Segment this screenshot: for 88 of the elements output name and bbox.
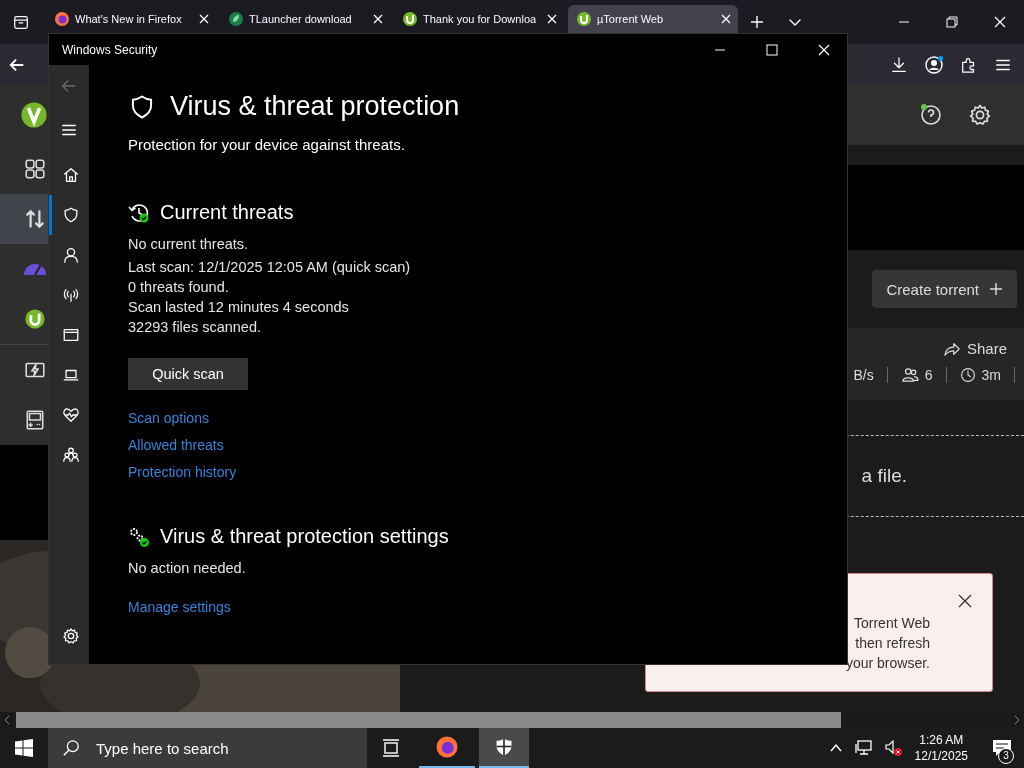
close-icon (994, 16, 1006, 28)
settings-icon (61, 627, 80, 645)
sidebar-item[interactable] (0, 194, 48, 245)
stat-value: 6 (924, 367, 933, 383)
browser-window-icon (61, 326, 80, 344)
network-icon (854, 740, 873, 756)
clock-icon (959, 367, 976, 383)
close-icon (818, 43, 830, 56)
quick-scan-button[interactable]: Quick scan (128, 358, 248, 390)
status-text: No current threats. (128, 235, 250, 254)
firefox-icon (54, 11, 70, 27)
close-icon (721, 14, 731, 24)
link[interactable]: Scan options (128, 410, 209, 426)
drop-zone-text: a file. (861, 465, 907, 487)
settings-icon (968, 103, 992, 127)
clock-date: 12/1/2025 (914, 748, 968, 764)
heart-icon (61, 406, 80, 424)
leaf-icon (228, 11, 244, 27)
tab-title: µTorrent Web (597, 13, 664, 25)
clock-time: 1:26 AM (919, 732, 964, 748)
up-down-arrows-icon (24, 208, 46, 231)
utorrent-icon (576, 11, 592, 27)
browser-tab[interactable]: What's New in Firefox (46, 5, 216, 33)
status-text: 32293 files scanned. (128, 318, 262, 337)
link[interactable]: Protection history (128, 464, 237, 480)
search-bar[interactable]: Type here to search (48, 728, 367, 768)
tab-title: What's New in Firefox (75, 13, 182, 25)
shield-icon (494, 737, 514, 757)
close-icon (547, 14, 557, 24)
close-icon (958, 594, 972, 608)
download-icon (890, 55, 908, 74)
status-text: 0 threats found. (128, 278, 230, 297)
page-heading: Virus & threat protection (170, 91, 460, 122)
link[interactable]: Manage settings (128, 599, 231, 615)
scrollbar-thumb[interactable] (16, 712, 841, 728)
help-icon (919, 103, 943, 127)
windows-logo-icon (15, 739, 33, 757)
utorrent-icon (402, 11, 418, 27)
game-console-icon (24, 408, 46, 431)
antenna-icon (61, 286, 80, 304)
notifications-button[interactable]: 3 (980, 728, 1024, 768)
utorrent-icon (24, 308, 46, 331)
share-arrow-icon (942, 340, 961, 357)
firefox-icon (435, 735, 459, 759)
section-heading: Virus & threat protection settings (160, 525, 449, 548)
restore-icon (946, 16, 958, 28)
scroll-right-icon (1014, 716, 1020, 724)
person-icon (61, 246, 80, 264)
tab-list-icon (12, 13, 30, 31)
taskbar-app[interactable] (479, 728, 529, 768)
home-icon (61, 166, 80, 184)
account-icon (924, 54, 944, 75)
close-icon (199, 14, 209, 24)
family-icon (61, 446, 80, 464)
close-icon (373, 14, 383, 24)
share-button[interactable]: Share (942, 340, 1007, 357)
browser-tab[interactable]: µTorrent Web (568, 5, 738, 33)
maximize-icon (766, 43, 778, 56)
plus-icon (750, 15, 764, 29)
search-field[interactable]: Type here to search (94, 738, 358, 758)
tab-title: Thank you for Downloa (423, 13, 537, 25)
back-arrow-icon (60, 77, 78, 95)
grid-icon (24, 158, 46, 181)
muted-speaker-icon (884, 740, 903, 756)
window-title: Windows Security (62, 42, 158, 57)
stat-value: B/s (853, 367, 874, 383)
status-text: Scan lasted 12 minutes 4 seconds (128, 298, 350, 317)
notification-count: 3 (998, 748, 1014, 764)
create-torrent-button[interactable]: Create torrent (872, 270, 1017, 308)
horizontal-scrollbar[interactable] (0, 712, 1024, 728)
browser-tab[interactable]: Thank you for Downloa (394, 5, 564, 33)
scroll-left-icon (4, 716, 10, 724)
utorrent-logo-icon (20, 100, 48, 129)
tab-title: TLauncher download (249, 13, 352, 25)
plus-icon (989, 282, 1003, 296)
gears-check-icon (128, 525, 150, 548)
stat-value: 3m (981, 367, 1001, 383)
status-text: Last scan: 12/1/2025 12:05 AM (quick scan) (128, 258, 411, 277)
page-description: Protection for your device against threats. (128, 136, 406, 153)
history-check-icon (128, 201, 150, 224)
section-heading: Current threats (160, 201, 294, 224)
browser-tab[interactable]: TLauncher download (220, 5, 390, 33)
clock[interactable]: 1:26 AM 12/1/2025 (914, 732, 968, 764)
link[interactable]: Allowed threats (128, 437, 224, 453)
search-icon (62, 739, 80, 757)
status-text: No action needed. (128, 559, 246, 578)
peers-icon (900, 367, 919, 383)
task-view-icon (381, 739, 401, 757)
